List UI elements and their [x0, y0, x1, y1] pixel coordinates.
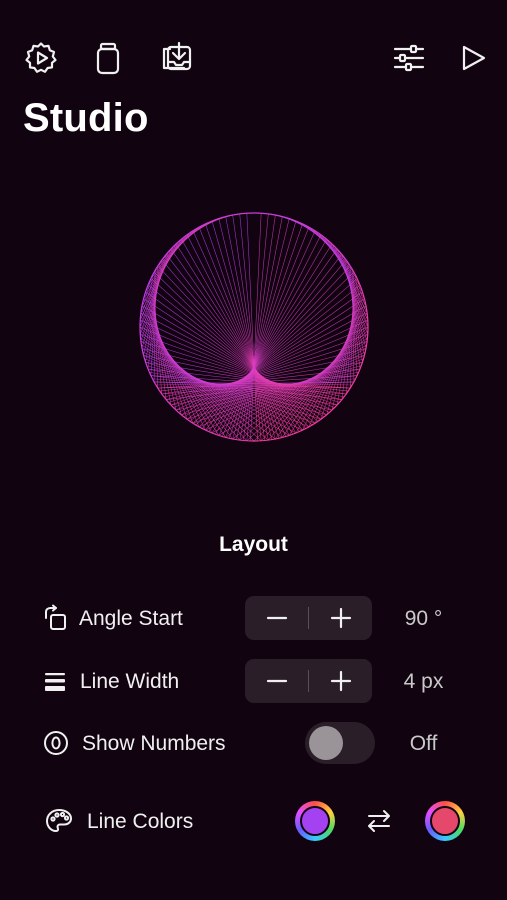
studio-screen: Studio Layout Angle Start 90 ° Line Widt…	[0, 0, 507, 900]
line-colors-row: Line Colors	[0, 801, 507, 845]
start-color-fill	[300, 806, 330, 836]
show-numbers-value: Off	[409, 732, 438, 755]
page-title: Studio	[23, 96, 149, 140]
line-width-increment-button[interactable]	[309, 659, 372, 703]
swap-colors-button[interactable]	[364, 806, 394, 836]
line-width-value: 4 px	[403, 670, 444, 693]
angle-start-label: Angle Start	[79, 607, 183, 630]
rotate-square-icon	[42, 604, 70, 632]
show-numbers-label: Show Numbers	[82, 732, 226, 755]
angle-start-row: Angle Start 90 °	[0, 596, 507, 640]
line-width-decrement-button[interactable]	[245, 659, 308, 703]
plus-icon	[330, 607, 351, 629]
line-width-label: Line Width	[80, 670, 180, 693]
minus-icon	[266, 616, 287, 620]
play-icon[interactable]	[455, 40, 491, 76]
angle-start-value: 90 °	[404, 607, 443, 630]
line-width-row: Line Width 4 px	[0, 659, 507, 703]
plus-icon	[330, 670, 351, 692]
art-line	[282, 312, 368, 438]
line-width-stepper	[245, 659, 372, 703]
swap-arrows-icon	[368, 810, 390, 832]
end-color-fill	[430, 806, 460, 836]
jar-icon[interactable]	[90, 40, 126, 76]
gear-play-icon[interactable]	[23, 40, 59, 76]
line-weight-icon	[42, 667, 70, 695]
string-art-preview	[139, 212, 369, 442]
show-numbers-row: Show Numbers Off	[0, 721, 507, 765]
toggle-knob	[309, 726, 343, 760]
angle-start-decrement-button[interactable]	[245, 596, 308, 640]
art-line	[192, 278, 358, 424]
start-color-swatch[interactable]	[295, 801, 335, 841]
art-line	[145, 291, 322, 420]
number-zero-circle-icon	[42, 729, 70, 757]
angle-start-increment-button[interactable]	[309, 596, 372, 640]
show-numbers-toggle[interactable]	[305, 722, 375, 764]
angle-start-stepper	[245, 596, 372, 640]
download-tray-icon[interactable]	[158, 40, 194, 76]
end-color-swatch[interactable]	[425, 801, 465, 841]
sliders-icon[interactable]	[391, 40, 427, 76]
art-line	[150, 278, 316, 424]
minus-icon	[266, 679, 287, 683]
palette-icon	[45, 807, 73, 835]
line-colors-label: Line Colors	[87, 810, 194, 833]
layout-section-title: Layout	[219, 533, 288, 556]
